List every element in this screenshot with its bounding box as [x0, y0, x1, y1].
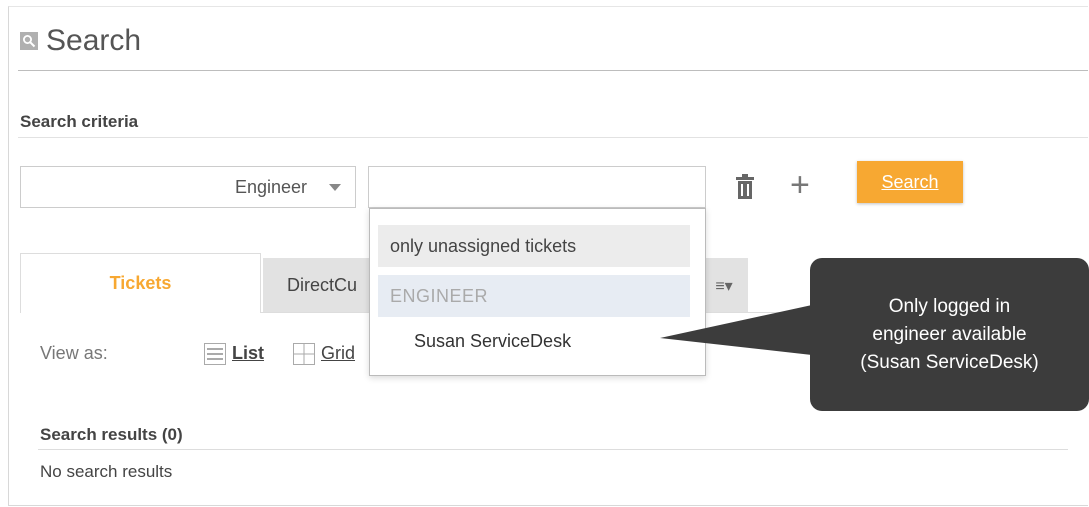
grid-icon[interactable]	[293, 343, 315, 370]
plus-icon[interactable]: +	[790, 168, 810, 202]
menu-chevron-icon: ≡▾	[715, 277, 733, 295]
criteria-field-value: Engineer	[234, 176, 307, 197]
tab-more-menu[interactable]: ≡▾	[700, 258, 748, 313]
section-divider	[18, 137, 1088, 138]
option-susan-servicedesk[interactable]: Susan ServiceDesk	[378, 321, 690, 361]
list-icon[interactable]	[204, 343, 226, 370]
no-results-text: No search results	[40, 462, 173, 481]
view-as-label: View as:	[40, 343, 108, 363]
search-button[interactable]: Search	[857, 161, 963, 203]
option-only-unassigned[interactable]: only unassigned tickets	[378, 225, 690, 267]
view-grid-link[interactable]: Grid	[321, 343, 355, 364]
page-title: Search	[46, 24, 142, 57]
trash-icon[interactable]	[735, 174, 755, 205]
search-icon	[20, 32, 38, 50]
callout-tooltip: Only logged in engineer available (Susan…	[810, 258, 1089, 411]
search-criteria-label: Search criteria	[20, 112, 139, 131]
chevron-down-icon	[329, 184, 341, 191]
criteria-field-select[interactable]: Engineer	[20, 166, 356, 208]
engineer-dropdown: only unassigned tickets ENGINEER Susan S…	[369, 208, 706, 376]
criteria-value-input[interactable]	[368, 166, 706, 208]
page-header: Search	[20, 24, 141, 58]
callout-text: Only logged in engineer available (Susan…	[860, 295, 1039, 373]
dropdown-group-engineer: ENGINEER	[378, 275, 690, 317]
view-list-link[interactable]: List	[232, 343, 264, 364]
tab-directcu[interactable]: DirectCu	[263, 258, 373, 313]
search-results-title: Search results (0)	[40, 425, 183, 444]
tab-tickets[interactable]: Tickets	[20, 253, 261, 313]
results-divider	[38, 449, 1068, 450]
title-divider	[18, 70, 1088, 71]
